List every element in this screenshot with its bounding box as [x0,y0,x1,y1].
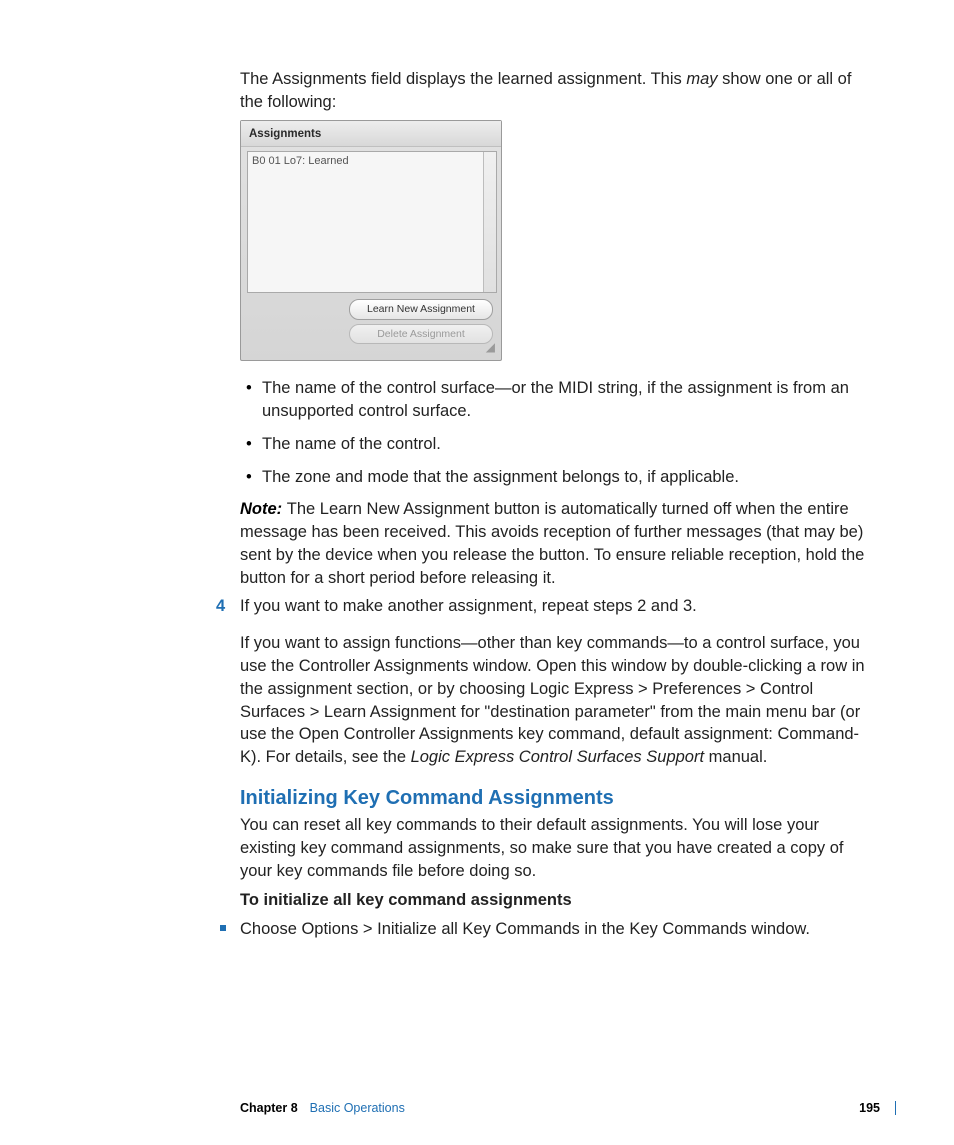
intro-may: may [686,70,717,88]
section-heading: Initializing Key Command Assignments [240,785,868,813]
manual-title: Logic Express Control Surfaces Support [411,748,704,766]
intro-part1: The Assignments field displays the learn… [240,70,686,88]
step-text: If you want to make another assignment, … [240,597,697,615]
footer-chapter-label: Chapter 8 [240,1101,298,1115]
step-number: 4 [216,595,225,618]
intro-paragraph: The Assignments field displays the learn… [240,68,868,114]
section-body: You can reset all key commands to their … [240,814,868,882]
learn-new-assignment-button[interactable]: Learn New Assignment [349,299,493,319]
bullet-text: The name of the control. [262,435,441,453]
assignments-list-entry: B0 01 Lo7: Learned [252,155,349,167]
page-footer: Chapter 8 Basic Operations 195 [240,1101,880,1115]
square-bullet-icon [220,925,226,931]
footer-rule-icon [895,1101,897,1115]
delete-assignment-button: Delete Assignment [349,324,493,344]
list-item: The name of the control. [262,433,868,456]
note-text: The Learn New Assignment button is autom… [240,500,864,586]
controller-assignments-paragraph: If you want to assign functions—other th… [240,632,868,769]
note-label: Note: [240,500,287,518]
procedure-step-text: Choose Options > Initialize all Key Comm… [240,920,810,938]
list-item: The name of the control surface—or the M… [262,377,868,423]
footer-chapter-title: Basic Operations [310,1101,405,1115]
resize-grip-icon[interactable]: ◢ [247,344,497,354]
note-paragraph: Note: The Learn New Assignment button is… [240,498,868,589]
procedure-list: Choose Options > Initialize all Key Comm… [240,918,868,941]
list-item: Choose Options > Initialize all Key Comm… [240,918,868,941]
bullet-list: The name of the control surface—or the M… [240,377,868,488]
step-4: 4 If you want to make another assignment… [240,595,868,618]
list-item: The zone and mode that the assignment be… [262,466,868,489]
long-para-part2: manual. [704,748,767,766]
assignments-panel-title: Assignments [241,121,501,148]
assignments-panel: Assignments B0 01 Lo7: Learned Learn New… [240,120,502,362]
assignments-list[interactable]: B0 01 Lo7: Learned [247,151,497,293]
procedure-title: To initialize all key command assignment… [240,889,868,912]
bullet-text: The zone and mode that the assignment be… [262,468,739,486]
footer-page-number: 195 [859,1101,880,1115]
long-para-part1: If you want to assign functions—other th… [240,634,865,766]
bullet-text: The name of the control surface—or the M… [262,379,849,420]
